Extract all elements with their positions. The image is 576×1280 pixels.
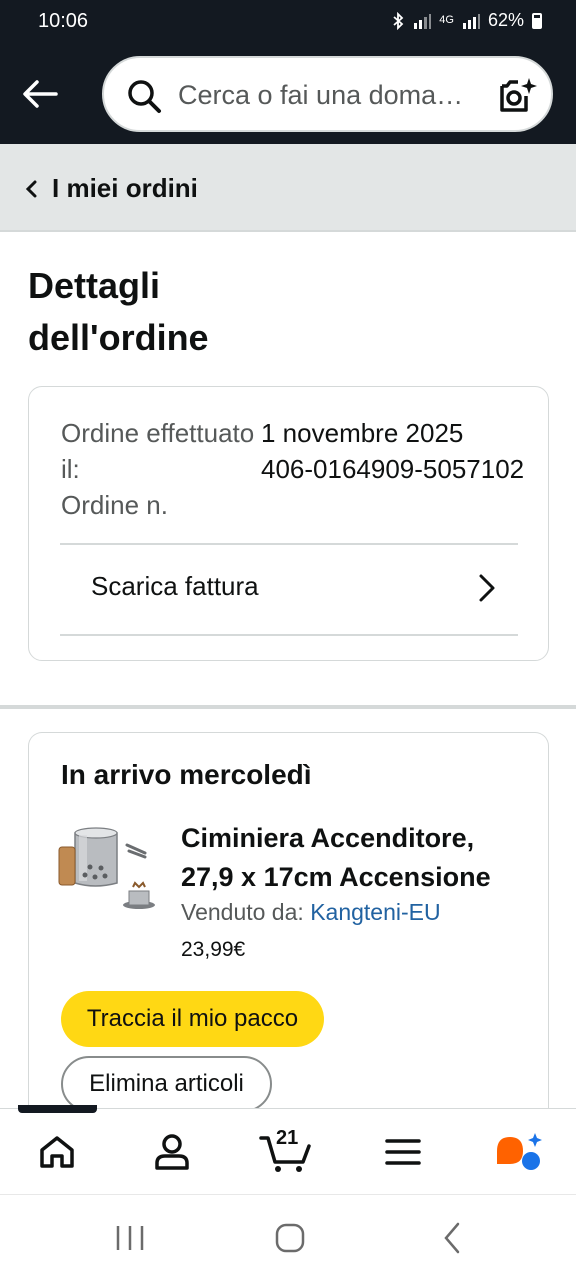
order-summary-card: Ordine effettuato il: Ordine n. 1 novemb… bbox=[28, 386, 549, 661]
app-header: Cerca o fai una domanda bbox=[0, 44, 576, 144]
breadcrumb[interactable]: I miei ordini bbox=[0, 144, 576, 232]
product-price: 23,99€ bbox=[181, 938, 246, 961]
chevron-left-icon bbox=[25, 180, 37, 198]
status-time: 10:06 bbox=[38, 10, 89, 32]
account-icon bbox=[155, 1134, 189, 1170]
nav-cart[interactable]: 21 bbox=[246, 1109, 326, 1195]
bluetooth-icon bbox=[393, 11, 404, 30]
seller-link[interactable]: Kangteni-EU bbox=[310, 899, 440, 925]
recent-apps-icon bbox=[116, 1226, 144, 1250]
home-circle-icon bbox=[275, 1223, 305, 1253]
nav-rufus[interactable] bbox=[478, 1109, 558, 1195]
delivery-card: In arrivo mercoledì Ciminiera Accenditor… bbox=[28, 732, 549, 1152]
search-bar[interactable]: Cerca o fai una domanda bbox=[102, 56, 553, 132]
recent-apps-button[interactable] bbox=[100, 1213, 160, 1263]
signal-icon bbox=[414, 13, 432, 29]
remove-items-button[interactable]: Elimina articoli bbox=[61, 1056, 272, 1112]
search-input[interactable]: Cerca o fai una domanda bbox=[178, 80, 473, 111]
order-number: 406-0164909-5057102 bbox=[261, 454, 525, 484]
divider bbox=[60, 634, 518, 636]
chevron-right-icon bbox=[479, 574, 495, 602]
download-invoice-row[interactable]: Scarica fattura bbox=[60, 545, 518, 637]
camera-search-icon[interactable] bbox=[496, 76, 538, 116]
home-icon bbox=[40, 1136, 74, 1168]
nav-home[interactable] bbox=[17, 1109, 97, 1195]
product-title[interactable]: Ciminiera Accenditore, 27,9 x 17cm Accen… bbox=[181, 819, 521, 897]
download-invoice-label: Scarica fattura bbox=[91, 571, 259, 601]
order-date: 1 novembre 2025 bbox=[261, 418, 464, 448]
home-system-button[interactable] bbox=[260, 1213, 320, 1263]
system-back-icon bbox=[444, 1222, 460, 1254]
bottom-nav: 21 bbox=[0, 1105, 576, 1195]
product-image[interactable] bbox=[55, 821, 159, 925]
order-values: 1 novembre 2025 406-0164909-5057102 bbox=[261, 415, 531, 487]
status-bar: 10:06 4G 62% bbox=[0, 0, 576, 44]
battery-icon bbox=[532, 12, 542, 29]
order-number-label: Ordine n. bbox=[61, 490, 168, 520]
nav-menu[interactable] bbox=[363, 1109, 443, 1195]
seller-prefix: Venduto da: bbox=[181, 899, 311, 925]
track-package-button[interactable]: Traccia il mio pacco bbox=[61, 991, 324, 1047]
battery-percent: 62% bbox=[487, 10, 524, 30]
network-type: 4G bbox=[439, 14, 454, 26]
delivery-status: In arrivo mercoledì bbox=[61, 759, 312, 790]
system-nav-bar bbox=[0, 1194, 576, 1280]
signal-icon-2 bbox=[462, 13, 480, 29]
status-icons: 4G 62% bbox=[391, 10, 542, 31]
order-placed-label: Ordine effettuato il: bbox=[61, 418, 255, 484]
rufus-icon bbox=[497, 1133, 542, 1170]
system-back-button[interactable] bbox=[422, 1213, 482, 1263]
seller-info: Venduto da: Kangteni-EU bbox=[181, 899, 441, 926]
menu-icon bbox=[385, 1139, 421, 1165]
section-separator bbox=[0, 705, 576, 709]
order-labels: Ordine effettuato il: Ordine n. bbox=[61, 415, 261, 523]
nav-account[interactable] bbox=[132, 1109, 212, 1195]
product-title-line-2: 27,9 x 17cm Accensione bbox=[181, 862, 491, 892]
cart-count: 21 bbox=[276, 1127, 299, 1149]
breadcrumb-label[interactable]: I miei ordini bbox=[52, 173, 198, 204]
product-title-line-1: Ciminiera Accenditore, bbox=[181, 823, 475, 853]
page-title: Dettagli dell'ordine bbox=[28, 265, 209, 358]
back-button[interactable] bbox=[18, 72, 62, 116]
back-arrow-icon bbox=[23, 80, 58, 108]
search-icon bbox=[128, 80, 161, 113]
